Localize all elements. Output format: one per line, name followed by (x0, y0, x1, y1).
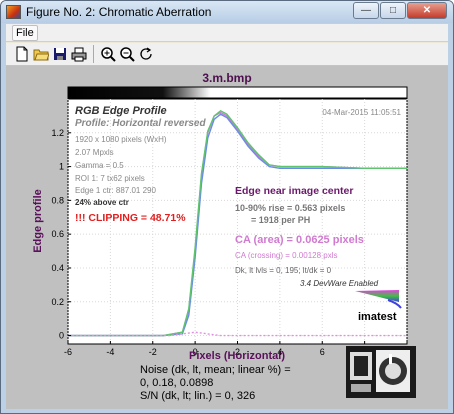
edge-note: Edge near image center (235, 185, 353, 197)
rise-line-1: 10-90% rise = 0.563 pixels (235, 203, 345, 213)
menu-bar: File (6, 24, 448, 42)
above-ctr-label: 24% above ctr (75, 198, 129, 207)
new-file-icon[interactable] (14, 46, 30, 62)
noise-line-2: 0, 0.18, 0.0898 (140, 377, 214, 389)
y-tick-label: 0.6 (51, 229, 64, 239)
imatest-logo: imatest (358, 311, 397, 323)
open-folder-icon[interactable] (33, 46, 49, 62)
zoom-out-icon[interactable] (119, 46, 135, 62)
menu-file[interactable]: File (12, 25, 38, 41)
date-label: 04-Mar-2015 11:05:51 (322, 108, 401, 117)
plot-title: RGB Edge Profile (75, 105, 167, 117)
edge-strip-image (67, 86, 408, 99)
close-button[interactable]: ✕ (407, 2, 447, 19)
rise-line-2: = 1918 per PH (251, 215, 310, 225)
ca-crossing: CA (crossing) = 0.00128 pxls (235, 251, 338, 260)
devware-label: 3.4 DevWare Enabled (300, 279, 379, 288)
info-line-1: 1920 x 1080 pixels (WxH) (75, 135, 167, 144)
clipping-warning: !!! CLIPPING = 48.71% (75, 212, 186, 224)
noise-stats: Noise (dk, lt, mean; linear %) = 0, 0.18… (140, 364, 291, 403)
noise-line-3: S/N (dk, lt; lin.) = 0, 326 (140, 390, 256, 402)
save-icon[interactable] (52, 46, 68, 62)
x-tick-label: -2 (149, 347, 157, 357)
figure-window: Figure No. 2: Chromatic Aberration — □ ✕… (0, 0, 454, 414)
matlab-icon (6, 5, 21, 19)
ca-area: CA (area) = 0.0625 pixels (235, 234, 364, 246)
x-axis-label: Pixels (Horizontal) (189, 350, 285, 362)
y-tick-label: 0 (59, 331, 64, 341)
info-line-2: 2.07 Mpxls (75, 148, 114, 157)
dk-lt-levels: Dk, lt lvls = 0, 195; lt/dk = 0 (235, 266, 332, 275)
profile-subtitle: Profile: Horizontal reversed (75, 118, 206, 129)
info-line-4: ROI 1: 7 tx62 pixels (75, 174, 145, 183)
figure-canvas: 3.m.bmp -6 -4 -2 0 2 4 6 0 0.2 0.4 0.6 0… (6, 66, 448, 409)
toolbar-separator (93, 45, 94, 63)
x-tick-label: 6 (320, 347, 325, 357)
window-title: Figure No. 2: Chromatic Aberration (26, 5, 212, 19)
x-tick-label: -6 (64, 347, 72, 357)
y-tick-label: 1.2 (51, 128, 64, 138)
minimize-button[interactable]: — (353, 2, 379, 19)
y-tick-label: 0.8 (51, 195, 64, 205)
info-line-5: Edge 1 ctr: 887.01 290 (75, 186, 157, 195)
noise-line-1: Noise (dk, lt, mean; linear %) = (140, 364, 291, 376)
y-axis-label: Edge profile (32, 189, 44, 253)
y-tick-label: 0.2 (51, 297, 64, 307)
x-tick-label: -4 (106, 347, 114, 357)
maximize-button[interactable]: □ (380, 2, 406, 19)
image-thumbnail[interactable] (346, 346, 416, 398)
rotate-icon[interactable] (138, 46, 154, 62)
toolbar (6, 43, 448, 66)
y-tick-label: 0.4 (51, 263, 64, 273)
y-tick-label: 1 (59, 162, 64, 172)
window-client: File 3.m.bmp -6 -4 -2 0 2 4 6 0 0.2 0.4 … (6, 24, 448, 409)
zoom-in-icon[interactable] (100, 46, 116, 62)
info-line-3: Gamma = 0.5 (75, 161, 124, 170)
title-bar[interactable]: Figure No. 2: Chromatic Aberration — □ ✕ (1, 1, 453, 23)
print-icon[interactable] (71, 46, 87, 62)
